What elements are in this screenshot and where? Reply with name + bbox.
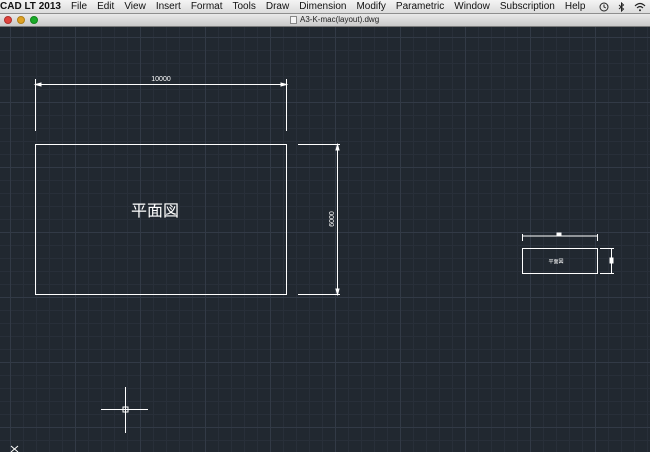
app-name-menu[interactable]: CAD LT 2013 — [0, 1, 61, 12]
menu-subscription[interactable]: Subscription — [500, 1, 555, 12]
thumbnail-dim-grip[interactable] — [609, 257, 614, 264]
drawing-canvas[interactable]: 10000 6000 平面図 平面図 — [0, 27, 650, 452]
menu-tools[interactable]: Tools — [233, 1, 256, 12]
thumbnail-grip[interactable] — [556, 232, 562, 237]
menu-insert[interactable]: Insert — [156, 1, 181, 12]
status-icons — [599, 0, 646, 14]
thumbnail-view-label[interactable]: 平面図 — [548, 259, 563, 265]
menu-format[interactable]: Format — [191, 1, 223, 12]
bluetooth-icon[interactable] — [618, 2, 625, 12]
menu-help[interactable]: Help — [565, 1, 586, 12]
time-machine-icon[interactable] — [599, 2, 609, 12]
wifi-icon[interactable] — [634, 2, 646, 12]
menu-modify[interactable]: Modify — [356, 1, 385, 12]
document-title: A3-K-mac(layout).dwg — [300, 15, 380, 24]
height-dimension-text[interactable]: 6000 — [329, 211, 336, 227]
window-title: A3-K-mac(layout).dwg — [290, 15, 379, 24]
ucs-icon — [10, 445, 19, 452]
crosshair-cursor — [101, 387, 148, 433]
menu-dimension[interactable]: Dimension — [299, 1, 346, 12]
width-dimension[interactable] — [33, 79, 289, 131]
main-view-label[interactable]: 平面図 — [131, 203, 179, 220]
menu-window[interactable]: Window — [454, 1, 490, 12]
menu-view[interactable]: View — [124, 1, 146, 12]
menu-parametric[interactable]: Parametric — [396, 1, 444, 12]
menu-bar: CAD LT 2013 File Edit View Insert Format… — [0, 0, 650, 14]
zoom-window-button[interactable] — [30, 16, 38, 24]
dwg-file-icon — [290, 15, 297, 24]
menu-file[interactable]: File — [71, 1, 87, 12]
minimize-window-button[interactable] — [17, 16, 25, 24]
menu-edit[interactable]: Edit — [97, 1, 114, 12]
window-titlebar: A3-K-mac(layout).dwg — [0, 14, 650, 27]
drawing-svg: 10000 6000 平面図 平面図 — [10, 76, 615, 452]
menu-draw[interactable]: Draw — [266, 1, 289, 12]
thumbnail-view[interactable] — [522, 232, 615, 274]
width-dimension-text[interactable]: 10000 — [151, 76, 171, 83]
close-window-button[interactable] — [4, 16, 12, 24]
